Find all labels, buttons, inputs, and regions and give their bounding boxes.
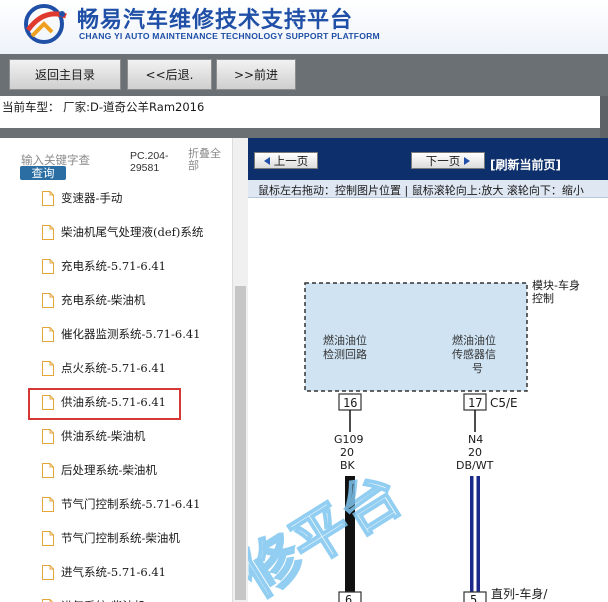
query-button[interactable]: 查询 — [20, 166, 66, 180]
circuit-right-label-3: 号 — [472, 362, 483, 375]
chevron-right-icon — [464, 156, 471, 165]
sidebar-item-label: 变速器-手动 — [61, 191, 123, 205]
bottom-connector-label: 直列-车身/ — [491, 586, 548, 601]
header: 畅易汽车维修技术支持平台 CHANG YI AUTO MAINTENANCE T… — [0, 0, 608, 54]
sidebar-item-label: 节气门控制系统-柴油机 — [61, 531, 180, 545]
circuit-right-label-1: 燃油油位 — [452, 333, 496, 347]
sidebar-item[interactable]: 柴油机尾气处理液(def)系统 — [42, 222, 203, 242]
sidebar: 输入关键字查 查询 PC.204-29581 折叠全部 变速器-手动 柴油机尾气处… — [0, 138, 248, 602]
viewer-panel: 上一页 下一页 [刷新当前页] 鼠标左右拖动：控制图片位置 | 鼠标滚轮向上:放… — [248, 138, 608, 602]
circuit-right-label-2: 传感器信 — [452, 348, 496, 361]
viewer-nav-bar: 上一页 下一页 [刷新当前页] — [248, 138, 608, 180]
hint-bar: 鼠标左右拖动：控制图片位置 | 鼠标滚轮向上:放大 滚轮向下：缩小 — [248, 180, 608, 198]
sidebar-scrollbar[interactable] — [232, 138, 248, 602]
sidebar-item[interactable]: 进气系统-柴油机 — [42, 596, 145, 602]
chang-yi-logo — [24, 4, 67, 44]
document-icon — [42, 462, 54, 478]
sidebar-item-label: 进气系统-5.71-6.41 — [61, 565, 166, 579]
pin-right-number: 17 — [468, 396, 482, 410]
watermark: 修平台 — [248, 460, 413, 602]
wire-left-id: G109 — [334, 433, 364, 446]
model-code: PC.204-29581 — [130, 150, 169, 174]
app-window: 畅易汽车维修技术支持平台 CHANG YI AUTO MAINTENANCE T… — [0, 0, 608, 602]
document-icon — [42, 190, 54, 206]
sidebar-item[interactable]: 充电系统-柴油机 — [42, 290, 145, 310]
sidebar-item[interactable]: 供油系统-柴油机 — [42, 426, 145, 446]
pin-left-number: 16 — [343, 396, 357, 410]
site-title: 畅易汽车维修技术支持平台 — [77, 8, 354, 33]
wire-right-gauge: 20 — [468, 446, 482, 459]
sidebar-item-label: 供油系统-柴油机 — [61, 429, 146, 443]
site-subtitle: CHANG YI AUTO MAINTENANCE TECHNOLOGY SUP… — [79, 31, 380, 41]
sidebar-item[interactable]: 后处理系统-柴油机 — [42, 460, 157, 480]
sidebar-item[interactable]: 点火系统-5.71-6.41 — [42, 358, 166, 378]
car-model-bar: 当前车型： 厂家:D-道奇公羊Ram2016 — [0, 96, 608, 138]
home-button[interactable]: 返回主目录 — [9, 59, 121, 90]
hint-text: 鼠标左右拖动：控制图片位置 | 鼠标滚轮向上:放大 滚轮向下：缩小 — [258, 184, 584, 197]
document-icon — [42, 292, 54, 308]
module-label-2: 控制 — [532, 291, 554, 305]
back-button[interactable]: <<后退. — [127, 59, 212, 90]
document-icon — [42, 224, 54, 240]
next-page-button[interactable]: 下一页 — [411, 152, 485, 169]
next-page-label: 下一页 — [425, 153, 461, 168]
sidebar-item[interactable]: 变速器-手动 — [42, 188, 122, 208]
forward-button[interactable]: >>前进 — [216, 59, 296, 90]
sidebar-item-label: 后处理系统-柴油机 — [61, 463, 157, 477]
current-car-model: 当前车型： 厂家:D-道奇公羊Ram2016 — [2, 100, 205, 114]
sidebar-item-label: 充电系统-5.71-6.41 — [61, 259, 166, 273]
circuit-left-label-2: 检测回路 — [323, 347, 367, 361]
document-icon — [42, 428, 54, 444]
prev-page-label: 上一页 — [273, 153, 309, 168]
wire-right-color: DB/WT — [456, 459, 494, 472]
toolbar: 返回主目录 <<后退. >>前进 — [0, 54, 608, 96]
refresh-page-link[interactable]: [刷新当前页] — [490, 156, 561, 173]
connector-label: C5/E — [490, 396, 518, 410]
selected-item-highlight — [28, 388, 181, 420]
document-icon — [42, 496, 54, 512]
document-icon — [42, 598, 54, 602]
sidebar-item[interactable]: 节气门控制系统-5.71-6.41 — [42, 494, 200, 514]
sidebar-item-label: 充电系统-柴油机 — [61, 293, 146, 307]
wiring-diagram[interactable]: 模块-车身 控制 燃油油位 检测回路 燃油油位 传感器信 号 16 17 C5/… — [248, 198, 608, 602]
prev-page-button[interactable]: 上一页 — [254, 152, 318, 169]
sidebar-item[interactable]: 节气门控制系统-柴油机 — [42, 528, 180, 548]
pin-bottom-right-number: 5 — [470, 593, 477, 602]
car-model-panel: 当前车型： 厂家:D-道奇公羊Ram2016 — [0, 96, 600, 128]
sidebar-item-label: 催化器监测系统-5.71-6.41 — [61, 327, 201, 341]
document-icon — [42, 258, 54, 274]
wire-left-color: BK — [340, 459, 356, 472]
wire-left-gauge: 20 — [340, 446, 354, 459]
sidebar-item-label: 节气门控制系统-5.71-6.41 — [61, 497, 201, 511]
document-icon — [42, 326, 54, 342]
wiring-diagram-svg: 模块-车身 控制 燃油油位 检测回路 燃油油位 传感器信 号 16 17 C5/… — [248, 278, 580, 602]
sidebar-item[interactable]: 进气系统-5.71-6.41 — [42, 562, 166, 582]
wire-right-stripe — [473, 476, 477, 602]
document-icon — [42, 564, 54, 580]
car-bar-edge — [600, 96, 608, 138]
sidebar-item[interactable]: 催化器监测系统-5.71-6.41 — [42, 324, 200, 344]
sidebar-item-label: 点火系统-5.71-6.41 — [61, 361, 166, 375]
scrollbar-thumb[interactable] — [235, 286, 246, 600]
chevron-left-icon — [263, 156, 270, 165]
sidebar-item-label: 柴油机尾气处理液(def)系统 — [61, 225, 204, 239]
wire-right-id: N4 — [468, 433, 483, 446]
pin-bottom-left-number: 6 — [345, 593, 352, 602]
sidebar-item-label: 进气系统-柴油机 — [61, 598, 145, 602]
document-icon — [42, 360, 54, 376]
module-label-1: 模块-车身 — [532, 278, 580, 292]
circuit-left-label-1: 燃油油位 — [323, 333, 367, 347]
document-icon — [42, 530, 54, 546]
sidebar-item[interactable]: 充电系统-5.71-6.41 — [42, 256, 166, 276]
fold-all-button[interactable]: 折叠全部 — [188, 148, 222, 172]
